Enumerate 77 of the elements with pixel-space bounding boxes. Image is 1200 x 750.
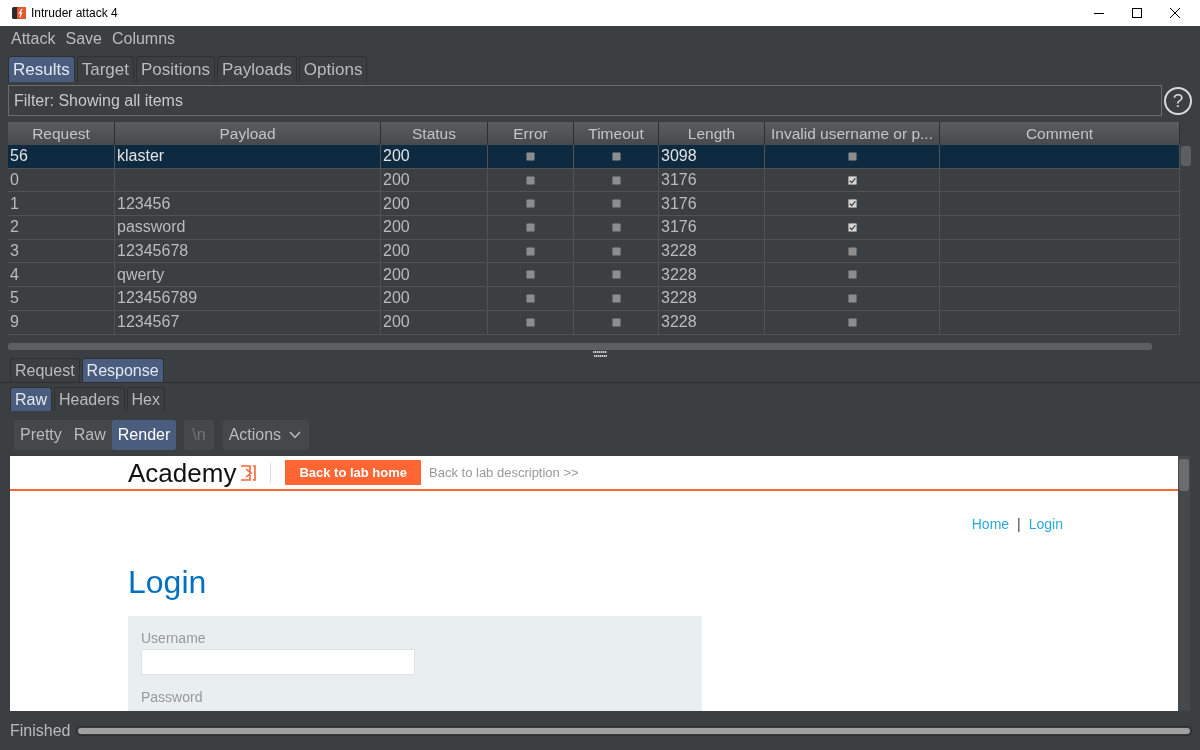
table-cell: 123456 [115,192,381,216]
scrollbar-thumb[interactable] [1179,459,1189,491]
tab[interactable]: Response [81,358,164,382]
table-cell: 200 [381,287,488,310]
table-cell: 4 [8,263,115,287]
table-row[interactable]: 2 password 200 3176 [8,216,1180,240]
help-button[interactable]: ? [1164,86,1192,115]
table-cell: 200 [381,216,488,239]
actions-dropdown[interactable]: Actions [222,420,310,450]
table-cell: 200 [381,145,488,168]
table-row[interactable]: 0 200 3176 [8,168,1180,193]
table-cell: 9 [8,310,115,334]
logo-text: Academy [128,457,237,488]
menu-item[interactable]: Columns [106,27,181,51]
table-cell: qwerty [115,263,381,287]
table-row[interactable]: 9 1234567 200 3228 [8,310,1180,335]
table-cell: 200 [381,310,488,334]
view-mode-button[interactable]: Raw [67,420,112,450]
table-cell: 123456789 [115,287,381,310]
username-field[interactable] [141,649,415,675]
table-row[interactable]: 1 123456 200 3176 [8,192,1180,217]
tab[interactable]: Positions [135,56,215,82]
table-cell: 200 [381,168,488,192]
window-title: Intruder attack 4 [31,6,118,20]
table-cell: 3228 [659,263,765,287]
table-cell: 56 [8,145,115,168]
table-cell: 5 [8,287,115,310]
table-cell: 1234567 [115,310,381,334]
view-mode-button[interactable]: Pretty [14,420,68,450]
field-label: Password [141,689,203,705]
tab[interactable]: Headers [54,387,125,411]
table-cell: 3176 [659,216,765,239]
table-cell: 3228 [659,310,765,334]
table-cell: 12345678 [115,239,381,263]
table-row[interactable]: 5 123456789 200 3228 [8,287,1180,311]
grip-icon[interactable] [593,351,607,357]
view-mode-button[interactable]: Render [111,420,177,450]
table-cell: password [115,216,381,239]
scrollbar-thumb[interactable] [1181,146,1191,166]
table-cell: 200 [381,192,488,216]
scrollbar-thumb[interactable] [8,342,1152,350]
table-cell: 3098 [659,145,765,168]
table-cell: 1 [8,192,115,216]
table-cell: 3228 [659,239,765,263]
back-button[interactable]: Back to lab home [285,460,422,485]
table-cell: 2 [8,216,115,239]
table-cell: 200 [381,239,488,263]
table-row[interactable]: 3 12345678 200 3228 [8,239,1180,264]
table-cell: klaster [115,145,381,168]
menu-item[interactable]: Attack [6,27,61,51]
description-link[interactable]: Back to lab description >> [429,465,579,480]
tab[interactable]: Raw [10,387,52,411]
app-icon [12,6,26,20]
table-cell: 3 [8,239,115,263]
filter-field[interactable]: Filter: Showing all items [8,85,1162,116]
table-cell: 3176 [659,168,765,192]
tab[interactable]: Hex [126,387,165,411]
table-row[interactable]: 4 qwerty 200 3228 [8,263,1180,288]
table-cell: 200 [381,263,488,287]
tab[interactable]: Results [8,56,75,82]
table-cell: 0 [8,168,115,192]
close-icon [1170,8,1180,18]
status-text: Finished [10,721,71,740]
page-heading: Login [128,564,207,600]
maximize-icon [1132,8,1142,18]
table-cell: 3176 [659,192,765,216]
menu-item[interactable]: Save [60,27,107,51]
separator-text: | [1017,516,1021,532]
chevron-down-icon [289,431,302,439]
tab[interactable]: Payloads [216,56,297,82]
tab[interactable]: Request [10,358,80,382]
tab[interactable]: Options [298,56,368,82]
tab[interactable]: Target [76,56,134,82]
table-row[interactable]: 56 klaster 200 3098 [8,145,1180,169]
logo-icon [240,462,257,483]
field-label: Username [141,630,206,646]
table-cell: 3228 [659,287,765,310]
